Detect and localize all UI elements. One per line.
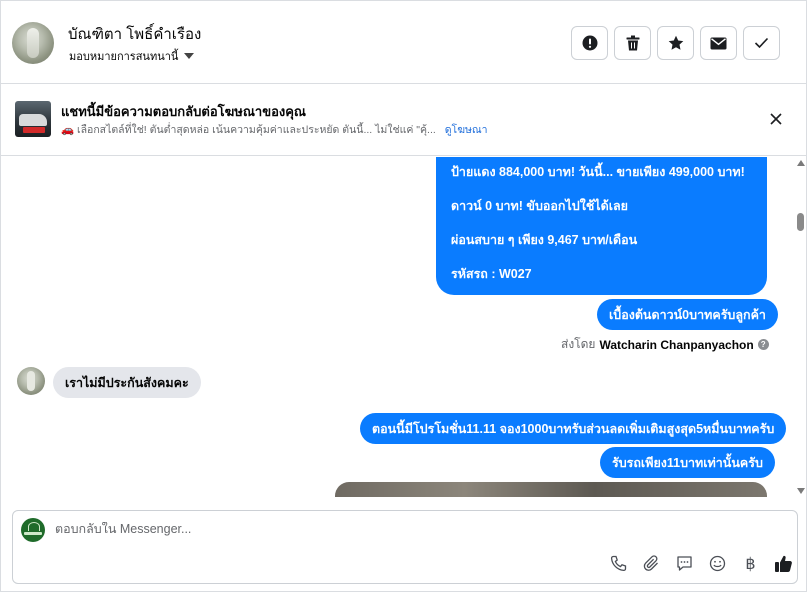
ad-banner-text: 🚗 เลือกสไตล์ที่ใช่! ตันต่ำสุดหล่อ เน้นคว… bbox=[61, 124, 436, 136]
outgoing-message-bubble[interactable]: ป้ายแดง 884,000 บาท! วันนี้... ขายเพียง … bbox=[436, 157, 767, 295]
follow-up-button[interactable] bbox=[657, 26, 694, 60]
thread-scrollbar[interactable] bbox=[794, 157, 806, 497]
sent-by-prefix: ส่งโดย bbox=[561, 337, 596, 351]
baht-icon: ฿ bbox=[745, 554, 756, 573]
outgoing-photo-attachment[interactable] bbox=[335, 482, 767, 497]
payment-button[interactable]: ฿ bbox=[739, 552, 762, 575]
contact-name[interactable]: บัณฑิตา โพธิ์คำเรือง bbox=[68, 22, 201, 46]
delete-button[interactable] bbox=[614, 26, 651, 60]
conversation-header: บัณฑิตา โพธิ์คำเรือง มอบหมายการสนทนานี้ bbox=[0, 0, 807, 84]
scrollbar-thumb[interactable] bbox=[797, 213, 804, 231]
send-like-button[interactable] bbox=[772, 552, 795, 575]
message-line: ป้ายแดง 884,000 บาท! วันนี้... ขายเพียง … bbox=[451, 165, 745, 179]
assign-conversation-dropdown[interactable]: มอบหมายการสนทนานี้ bbox=[69, 47, 195, 65]
close-banner-button[interactable] bbox=[767, 110, 785, 128]
message-thread: ป้ายแดง 884,000 บาท! วันนี้... ขายเพียง … bbox=[0, 157, 796, 497]
mark-unread-button[interactable] bbox=[700, 26, 737, 60]
check-icon bbox=[754, 37, 769, 49]
like-icon bbox=[775, 555, 792, 572]
alert-icon bbox=[582, 35, 597, 51]
dmax-logo bbox=[23, 127, 45, 133]
trash-icon bbox=[626, 35, 639, 51]
star-icon bbox=[668, 35, 683, 50]
ad-banner-subtitle: 🚗 เลือกสไตล์ที่ใช่! ตันต่ำสุดหล่อ เน้นคว… bbox=[61, 121, 488, 138]
view-ad-link[interactable]: ดูโฆษณา bbox=[445, 124, 488, 136]
attach-button[interactable] bbox=[640, 552, 663, 575]
reply-input[interactable] bbox=[55, 522, 655, 536]
attachment-icon bbox=[643, 555, 658, 571]
envelope-icon bbox=[710, 37, 727, 49]
mark-spam-button[interactable] bbox=[571, 26, 608, 60]
mark-done-button[interactable] bbox=[743, 26, 780, 60]
page-avatar bbox=[21, 518, 45, 542]
message-line: ดาวน์ 0 บาท! ขับออกไปใช้ได้เลย bbox=[451, 199, 628, 213]
scroll-up-arrow-icon[interactable] bbox=[797, 160, 805, 166]
ad-thumbnail[interactable] bbox=[15, 101, 51, 137]
reply-composer: ฿ bbox=[12, 510, 798, 584]
ad-banner-title: แชทนี้มีข้อความตอบกลับต่อโฆษณาของคุณ bbox=[61, 104, 306, 119]
close-icon bbox=[770, 113, 782, 125]
emoji-icon bbox=[709, 555, 726, 572]
incoming-message-bubble[interactable]: เราไม่มีประกันสังคมคะ bbox=[53, 367, 201, 398]
sent-by-name: Watcharin Chanpanyachon bbox=[599, 337, 754, 352]
chevron-down-icon bbox=[184, 53, 195, 59]
outgoing-message-bubble[interactable]: เบื้องต้นดาวน์0บาทครับลูกค้า bbox=[597, 299, 778, 330]
contact-avatar[interactable] bbox=[12, 22, 54, 64]
message-line: ผ่อนสบาย ๆ เพียง 9,467 บาท/เดือน bbox=[451, 233, 638, 247]
assign-label: มอบหมายการสนทนานี้ bbox=[69, 51, 179, 63]
phone-icon bbox=[610, 555, 627, 572]
call-button[interactable] bbox=[607, 552, 630, 575]
outgoing-message-bubble[interactable]: ตอนนี้มีโปรโมชั่น11.11 จอง1000บาทรับส่วน… bbox=[360, 413, 787, 444]
message-line: รหัสรถ : W027 bbox=[451, 267, 532, 281]
header-actions bbox=[571, 26, 780, 60]
contact-avatar-small bbox=[17, 367, 45, 395]
saved-reply-icon bbox=[677, 556, 692, 571]
car-image bbox=[19, 114, 47, 126]
saved-replies-button[interactable] bbox=[673, 552, 696, 575]
outgoing-message-bubble[interactable]: รับรถเพียง11บาทเท่านั้นครับ bbox=[600, 447, 775, 478]
info-icon[interactable]: ? bbox=[757, 339, 769, 350]
emoji-button[interactable] bbox=[706, 552, 729, 575]
sent-by-label: ส่งโดย Watcharin Chanpanyachon ? bbox=[561, 335, 769, 354]
scroll-down-arrow-icon[interactable] bbox=[797, 488, 805, 494]
composer-toolbar: ฿ bbox=[607, 552, 795, 575]
